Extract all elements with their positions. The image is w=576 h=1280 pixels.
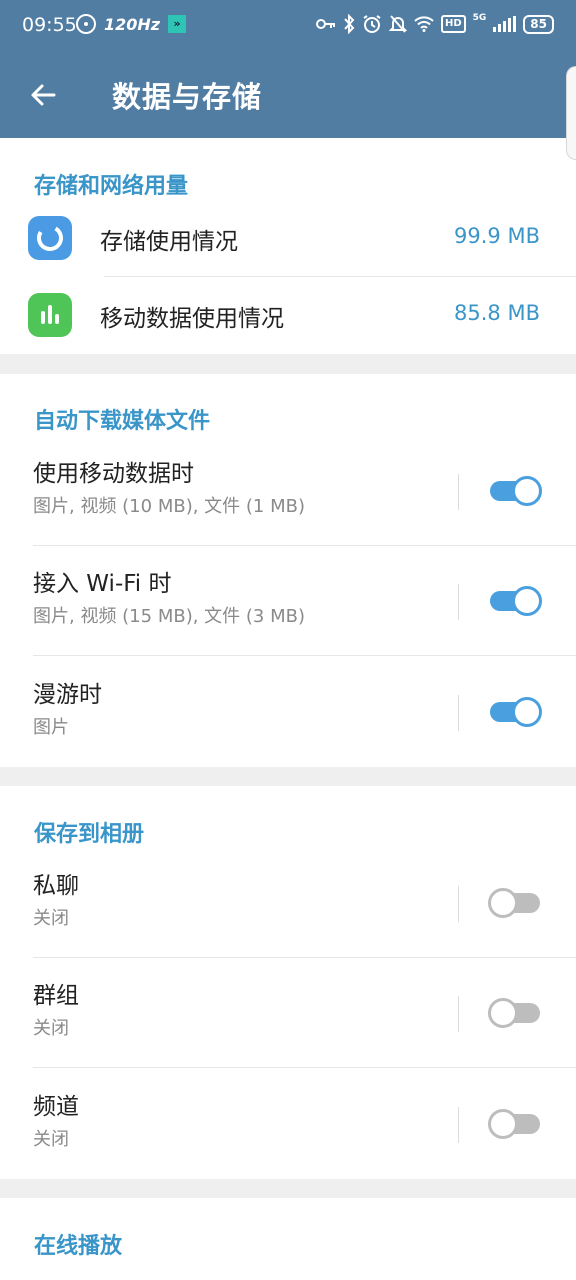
streaming-card: 在线播放 [0, 1198, 576, 1280]
status-right-icons: HD 5G 85 [315, 13, 554, 34]
wifi-switch[interactable] [488, 586, 542, 616]
row-title: 漫游时 [33, 682, 102, 708]
vertical-separator [458, 474, 459, 510]
row-title: 使用移动数据时 [33, 461, 194, 487]
section-title-save-to-gallery: 保存到相册 [34, 822, 145, 847]
toggle-row-wifi[interactable]: 接入 Wi-Fi 时 图片, 视频 (15 MB), 文件 (3 MB) [0, 546, 576, 656]
section-title-storage: 存储和网络用量 [34, 174, 189, 199]
signal-icon [493, 16, 517, 32]
vertical-separator [458, 584, 459, 620]
private-chats-switch[interactable] [488, 888, 542, 918]
row-subtitle: 关闭 [33, 908, 69, 929]
row-title: 群组 [33, 983, 79, 1009]
status-bar: 09:55 120Hz » HD 5G 85 [0, 0, 576, 52]
hd-icon: HD [440, 15, 466, 33]
divider [33, 1067, 576, 1068]
status-left-icons: 120Hz » [76, 14, 187, 34]
mobile-data-usage-label: 移动数据使用情况 [100, 306, 284, 332]
storage-pie-icon [28, 216, 72, 260]
toggle-row-channels[interactable]: 频道 关闭 [0, 1069, 576, 1179]
vertical-separator [458, 695, 459, 731]
vertical-separator [458, 996, 459, 1032]
row-subtitle: 图片, 视频 (15 MB), 文件 (3 MB) [33, 606, 305, 627]
battery-icon: 85 [523, 14, 554, 34]
fan-icon [76, 14, 96, 34]
toggle-row-mobile-data[interactable]: 使用移动数据时 图片, 视频 (10 MB), 文件 (1 MB) [0, 436, 576, 546]
row-subtitle: 关闭 [33, 1018, 69, 1039]
row-subtitle: 关闭 [33, 1129, 69, 1150]
channels-switch[interactable] [488, 1109, 542, 1139]
toggle-row-roaming[interactable]: 漫游时 图片 [0, 657, 576, 767]
arrow-left-icon[interactable] [28, 80, 58, 110]
section-title-streaming: 在线播放 [34, 1234, 123, 1259]
toggle-row-private-chats[interactable]: 私聊 关闭 [0, 848, 576, 958]
refresh-rate-icon: 120Hz [104, 14, 161, 34]
row-title: 频道 [33, 1094, 79, 1120]
network-type: 5G [472, 13, 487, 23]
mobile-data-switch[interactable] [488, 476, 542, 506]
bluetooth-icon [344, 14, 355, 34]
storage-usage-label: 存储使用情况 [100, 229, 238, 255]
row-title: 接入 Wi-Fi 时 [33, 571, 172, 597]
storage-network-card: 存储和网络用量 存储使用情况 99.9 MB 移动数据使用情况 85.8 MB [0, 138, 576, 354]
storage-usage-row[interactable]: 存储使用情况 99.9 MB [0, 200, 576, 276]
divider [33, 655, 576, 656]
groups-switch[interactable] [488, 998, 542, 1028]
section-title-auto-download: 自动下载媒体文件 [34, 409, 211, 434]
status-time: 09:55 [22, 14, 77, 36]
mobile-data-usage-value: 85.8 MB [454, 301, 540, 325]
action-bar: 数据与存储 [0, 52, 576, 138]
storage-usage-value: 99.9 MB [454, 224, 540, 248]
alarm-icon [363, 15, 381, 33]
row-subtitle: 图片, 视频 (10 MB), 文件 (1 MB) [33, 496, 305, 517]
app-notification-icon: » [168, 15, 187, 33]
bar-chart-icon [28, 293, 72, 337]
page-title: 数据与存储 [112, 80, 263, 114]
vertical-separator [458, 886, 459, 922]
mute-bell-icon [388, 15, 407, 33]
auto-download-card: 自动下载媒体文件 使用移动数据时 图片, 视频 (10 MB), 文件 (1 M… [0, 374, 576, 767]
vertical-separator [458, 1107, 459, 1143]
row-title: 私聊 [33, 873, 79, 899]
edge-panel-handle[interactable] [566, 66, 576, 160]
key-icon [315, 19, 335, 29]
save-to-gallery-card: 保存到相册 私聊 关闭 群组 关闭 频道 关闭 [0, 786, 576, 1179]
toggle-row-groups[interactable]: 群组 关闭 [0, 958, 576, 1068]
row-subtitle: 图片 [33, 717, 69, 738]
wifi-icon [414, 16, 434, 32]
mobile-data-usage-row[interactable]: 移动数据使用情况 85.8 MB [0, 277, 576, 353]
roaming-switch[interactable] [488, 697, 542, 727]
